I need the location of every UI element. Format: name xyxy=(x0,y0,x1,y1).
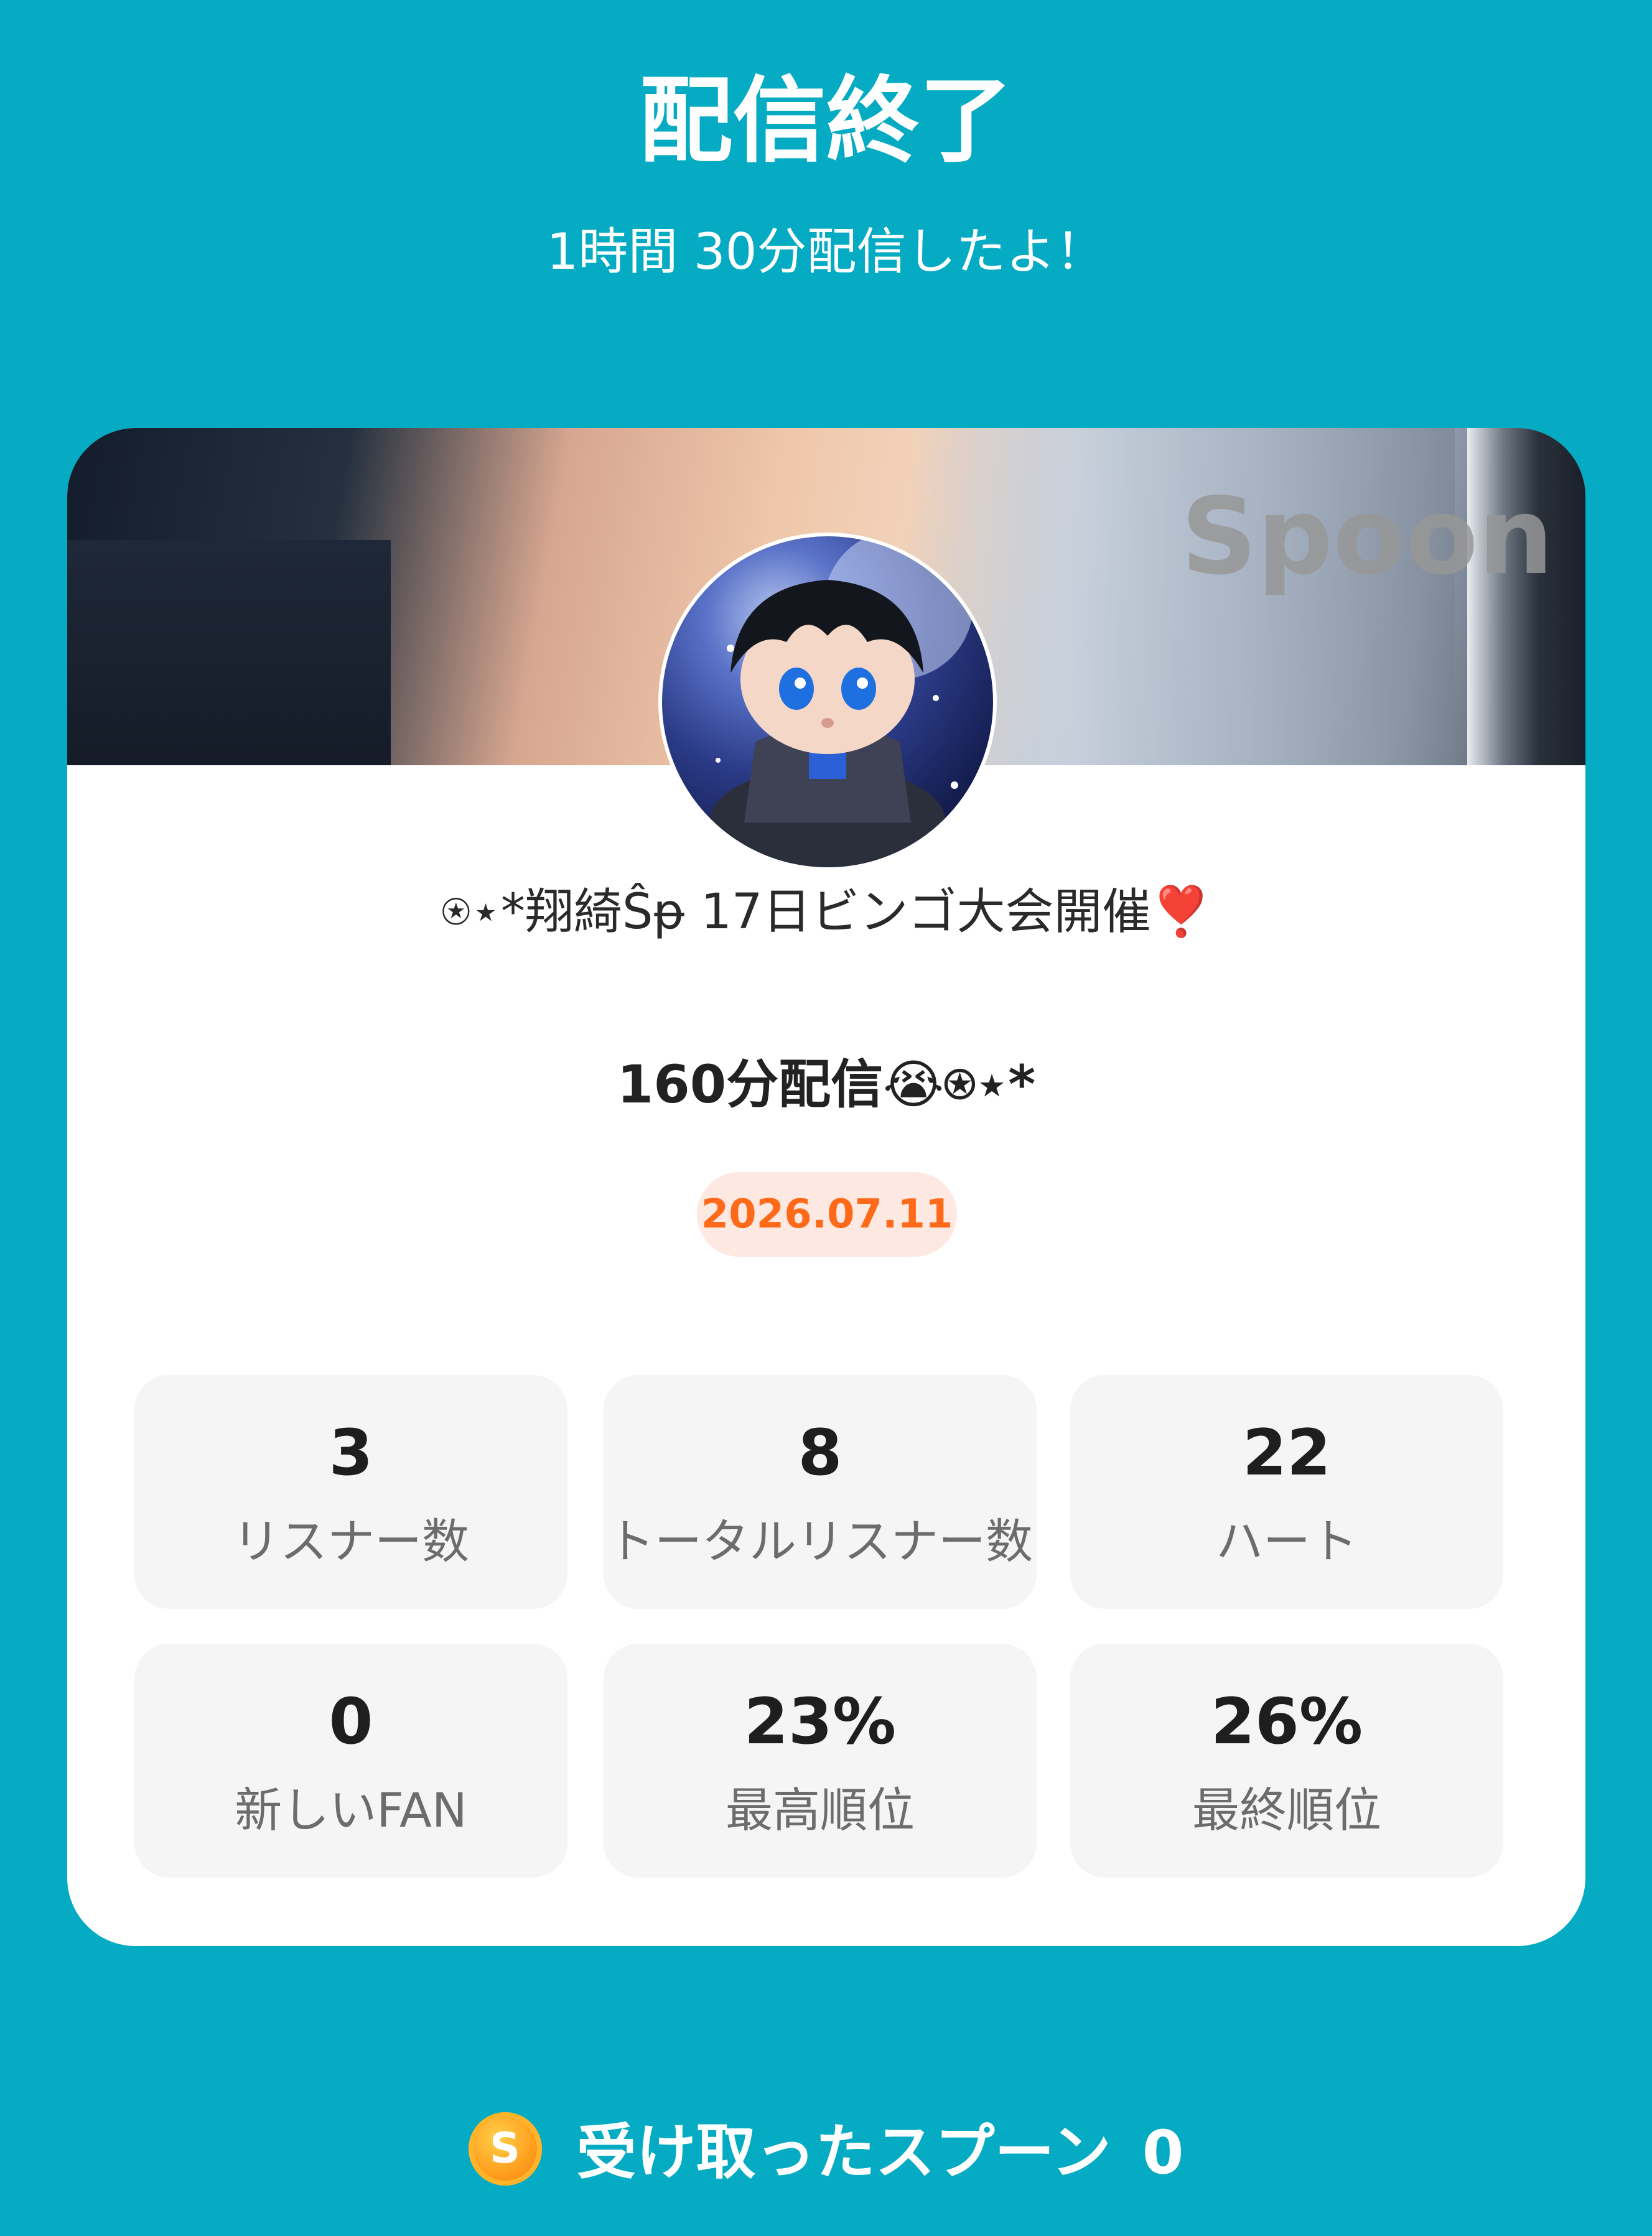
received-spoons-label: 受け取ったスプーン xyxy=(576,2117,1111,2187)
stat-new-fans: 0 新しいFAN xyxy=(134,1644,567,1878)
received-spoons-count: 0 xyxy=(1142,2117,1184,2187)
date-badge: 2026.07.11 xyxy=(697,1172,957,1257)
stat-total-listeners: 8 トータルリスナー数 xyxy=(604,1375,1037,1609)
stat-label: トータルリスナー数 xyxy=(607,1514,1033,1569)
page-title: 配信終了 xyxy=(639,67,1013,175)
stat-final-rank: 26% 最終順位 xyxy=(1070,1644,1503,1878)
stat-value: 3 xyxy=(329,1416,373,1490)
spoon-coin-icon: S xyxy=(468,2112,542,2186)
avatar[interactable] xyxy=(658,533,997,871)
stat-label: ハート xyxy=(1216,1514,1358,1569)
stat-label: リスナー数 xyxy=(233,1514,469,1569)
stat-listeners: 3 リスナー数 xyxy=(134,1375,567,1609)
stat-label: 最高順位 xyxy=(726,1782,915,1838)
stream-summary-card: Spoon ⍟⋆*翔綺Ŝᵽ 17日ビンゴ大会開催❣️ 160分配信😭⍟⋆* 20… xyxy=(67,428,1585,1946)
stat-label: 新しいFAN xyxy=(235,1782,467,1838)
stat-value: 8 xyxy=(798,1416,842,1490)
stat-label: 最終順位 xyxy=(1192,1782,1381,1838)
stream-title: 160分配信😭⍟⋆* xyxy=(617,1054,1036,1115)
stream-duration-text: 1時間 30分配信したよ！ xyxy=(546,223,1106,281)
stat-highest-rank: 23% 最高順位 xyxy=(604,1644,1037,1878)
stream-ended-screen: 配信終了 1時間 30分配信したよ！ Spoon ⍟⋆*翔綺Ŝᵽ 17日ビンゴ大… xyxy=(0,0,1652,2236)
stat-value: 22 xyxy=(1243,1416,1331,1490)
cover-image-background xyxy=(67,540,391,765)
stat-value: 26% xyxy=(1210,1685,1363,1759)
stat-value: 23% xyxy=(744,1685,897,1759)
spoon-watermark: Spoon xyxy=(1181,475,1554,599)
channel-name[interactable]: ⍟⋆*翔綺Ŝᵽ 17日ビンゴ大会開催❣️ xyxy=(67,881,1585,943)
received-spoons: S 受け取ったスプーン 0 xyxy=(0,2108,1652,2189)
stat-value: 0 xyxy=(329,1685,373,1759)
stat-hearts: 22 ハート xyxy=(1070,1375,1503,1609)
avatar-illustration xyxy=(709,536,973,867)
